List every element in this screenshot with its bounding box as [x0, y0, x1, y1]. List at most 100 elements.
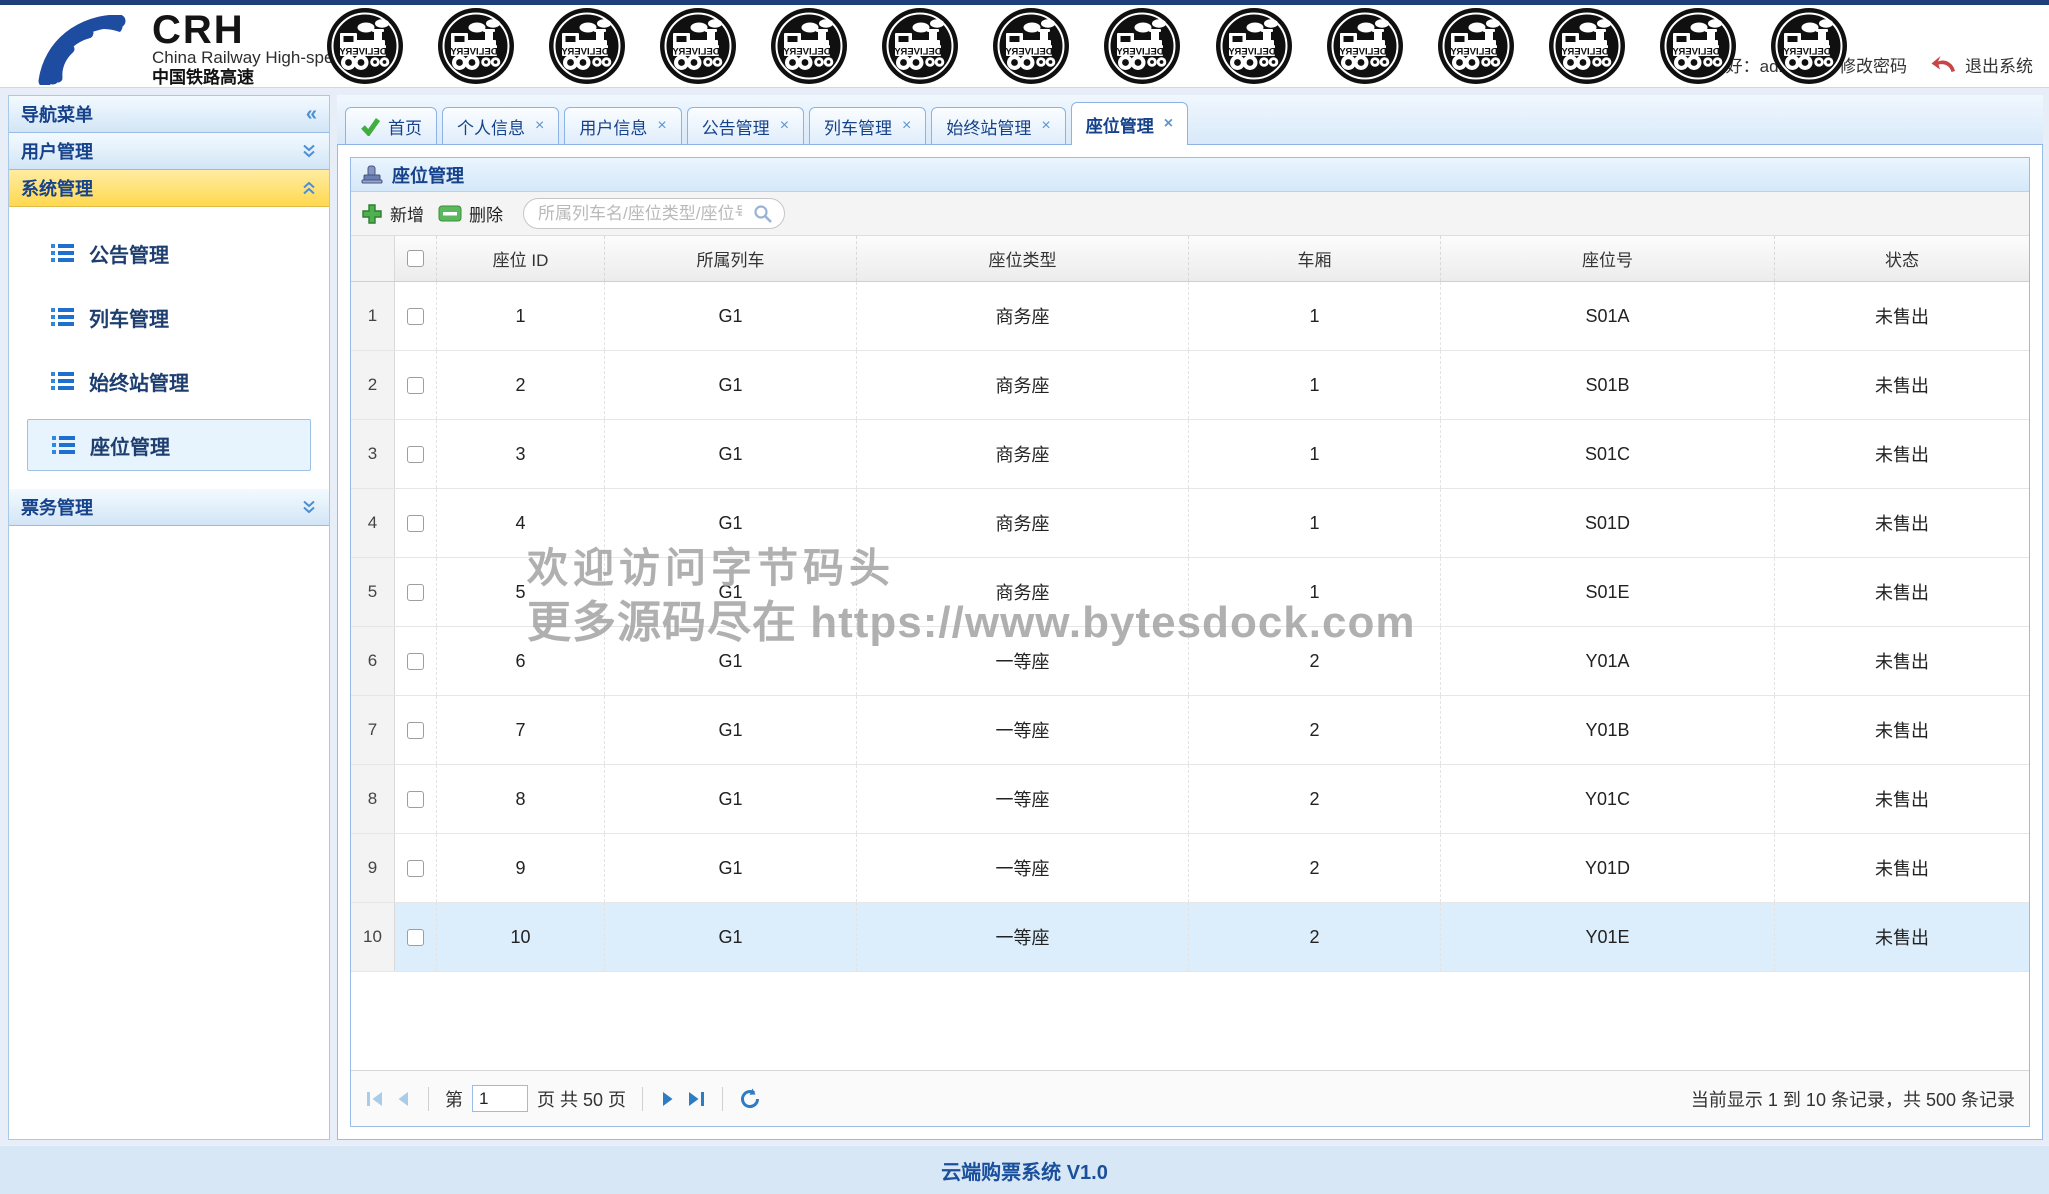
row-checkbox[interactable] [407, 445, 424, 463]
row-checkbox[interactable] [407, 652, 424, 670]
cell-seat-no: Y01B [1441, 696, 1775, 764]
cell-type: 一等座 [857, 834, 1189, 902]
sidebar-item-station[interactable]: 始终站管理 [9, 349, 329, 413]
sidebar-group-system[interactable]: 系统管理 [9, 170, 329, 207]
close-icon[interactable]: × [535, 117, 544, 135]
col-train[interactable]: 所属列车 [605, 236, 857, 281]
col-car[interactable]: 车厢 [1189, 236, 1441, 281]
train-delivery-stamp-icon: DELIVERY [438, 8, 515, 84]
tab-home[interactable]: 首页 [345, 107, 437, 144]
close-icon[interactable]: × [1041, 117, 1050, 135]
cell-status: 未售出 [1875, 928, 1929, 948]
cell-seat-id: 1 [437, 282, 605, 350]
tab-bar: 首页 个人信息 × 用户信息 × 公告管理 × 列车管理 × 始终站管理 × 座… [337, 95, 2043, 145]
cell-seat-id: 10 [437, 903, 605, 971]
row-checkbox[interactable] [407, 928, 424, 946]
row-number: 8 [351, 765, 395, 833]
sidebar-item-train[interactable]: 列车管理 [9, 285, 329, 349]
table-row[interactable]: 9 9 G1 一等座 2 Y01D 未售出 [351, 834, 2029, 903]
change-password-link[interactable]: 修改密码 [1839, 52, 1907, 77]
chevron-double-down-icon [303, 144, 315, 158]
row-checkbox[interactable] [407, 307, 424, 325]
sidebar-group-ticket[interactable]: 票务管理 [9, 489, 329, 526]
tab-seat[interactable]: 座位管理 × [1070, 102, 1189, 145]
table-row[interactable]: 2 2 G1 商务座 1 S01B 未售出 [351, 351, 2029, 420]
checkbox-cell [395, 696, 437, 764]
tab-profile[interactable]: 个人信息 × [442, 107, 560, 144]
sidebar: 导航菜单 « 用户管理 系统管理 公告管理 列车管理 始终站管理 座位管理 票务… [8, 95, 330, 1140]
search-input[interactable] [523, 198, 785, 229]
train-delivery-stamp-icon: DELIVERY [1326, 8, 1403, 84]
table-row[interactable]: 7 7 G1 一等座 2 Y01B 未售出 [351, 696, 2029, 765]
prev-page-button[interactable] [394, 1090, 412, 1108]
cell-train: G1 [605, 489, 857, 557]
group-label: 系统管理 [21, 179, 93, 199]
svg-text:DELIVERY: DELIVERY [339, 47, 387, 58]
sidebar-item-seat[interactable]: 座位管理 [27, 419, 311, 471]
collapse-sidebar-icon[interactable]: « [306, 103, 317, 126]
table-row[interactable]: 4 4 G1 商务座 1 S01D 未售出 [351, 489, 2029, 558]
train-delivery-stamp-icon: DELIVERY [1659, 8, 1736, 84]
row-checkbox[interactable] [407, 790, 424, 808]
row-checkbox[interactable] [407, 376, 424, 394]
sidebar-item-announce[interactable]: 公告管理 [9, 221, 329, 285]
cell-train: G1 [605, 903, 857, 971]
table-header: 座位 ID 所属列车 座位类型 车厢 座位号 状态 [351, 236, 2029, 282]
row-number: 7 [351, 696, 395, 764]
checkbox-cell [395, 420, 437, 488]
table-row[interactable]: 6 6 G1 一等座 2 Y01A 未售出 [351, 627, 2029, 696]
app-header: CRH China Railway High-speed 中国铁路高速 您好：a… [0, 5, 2049, 88]
first-page-button[interactable] [365, 1090, 385, 1108]
svg-text:DELIVERY: DELIVERY [1560, 47, 1608, 58]
logo-subtitle-zh: 中国铁路高速 [152, 68, 254, 87]
cell-status: 未售出 [1875, 583, 1929, 603]
page-input[interactable] [472, 1085, 528, 1112]
table-row[interactable]: 5 5 G1 商务座 1 S01E 未售出 [351, 558, 2029, 627]
close-icon[interactable]: × [657, 117, 666, 135]
close-icon[interactable]: × [1164, 115, 1173, 133]
cell-seat-no: Y01D [1441, 834, 1775, 902]
next-page-button[interactable] [659, 1090, 677, 1108]
tab-station[interactable]: 始终站管理 × [931, 107, 1066, 144]
row-number-header [351, 236, 395, 281]
row-checkbox[interactable] [407, 583, 424, 601]
add-button[interactable]: 新增 [361, 201, 424, 226]
table-row[interactable]: 8 8 G1 一等座 2 Y01C 未售出 [351, 765, 2029, 834]
table-row[interactable]: 10 10 G1 一等座 2 Y01E 未售出 [351, 903, 2029, 972]
checkbox-cell [395, 489, 437, 557]
cell-train: G1 [605, 627, 857, 695]
cell-train: G1 [605, 351, 857, 419]
search-icon[interactable] [753, 204, 773, 224]
row-checkbox[interactable] [407, 721, 424, 739]
delete-minus-icon [438, 205, 462, 222]
last-page-button[interactable] [686, 1090, 706, 1108]
table-row[interactable]: 1 1 G1 商务座 1 S01A 未售出 [351, 282, 2029, 351]
close-icon[interactable]: × [780, 117, 789, 135]
delete-button[interactable]: 删除 [438, 201, 503, 226]
sidebar-group-user[interactable]: 用户管理 [9, 133, 329, 170]
svg-text:DELIVERY: DELIVERY [1449, 47, 1497, 58]
logout-link[interactable]: 退出系统 [1965, 52, 2033, 77]
tab-train[interactable]: 列车管理 × [809, 107, 927, 144]
grid-empty-space [351, 972, 2029, 1070]
list-icon [52, 436, 75, 454]
row-checkbox[interactable] [407, 859, 424, 877]
cell-status: 未售出 [1875, 376, 1929, 396]
tab-user-info[interactable]: 用户信息 × [564, 107, 682, 144]
train-delivery-stamp-icon: DELIVERY [882, 8, 959, 84]
row-number: 9 [351, 834, 395, 902]
stamp-row: DELIVERY DELIVERY DELIVERY DELIVERY DELI… [326, 7, 1848, 85]
table-row[interactable]: 3 3 G1 商务座 1 S01C 未售出 [351, 420, 2029, 489]
cell-seat-id: 8 [437, 765, 605, 833]
col-seat-id[interactable]: 座位 ID [437, 236, 605, 281]
tab-announce[interactable]: 公告管理 × [686, 107, 805, 144]
tab-content: 座位管理 新增 删除 所属列车名/座位类型/座位号 座位 ID 所属列车 座位类… [337, 145, 2043, 1140]
select-all-checkbox[interactable] [407, 250, 424, 267]
col-type[interactable]: 座位类型 [857, 236, 1189, 281]
col-seat-no[interactable]: 座位号 [1441, 236, 1775, 281]
chevron-double-down-icon [303, 500, 315, 514]
row-checkbox[interactable] [407, 514, 424, 532]
close-icon[interactable]: × [902, 117, 911, 135]
col-status[interactable]: 状态 [1775, 236, 2029, 281]
refresh-button[interactable] [739, 1088, 761, 1110]
